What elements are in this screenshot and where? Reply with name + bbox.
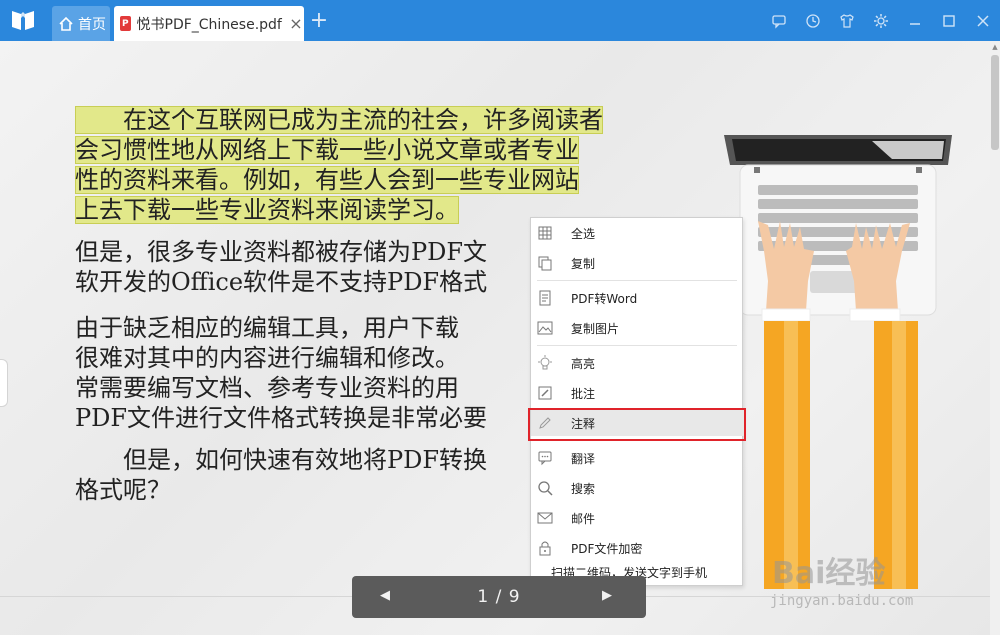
highlighted-text-line[interactable]: 会习惯性地从网络上下载一些小说文章或者专业 <box>75 136 579 164</box>
settings-icon[interactable] <box>864 0 898 41</box>
menu-item-search[interactable]: 搜索 <box>531 475 744 501</box>
pdf-to-word-icon <box>531 290 559 306</box>
text-line[interactable]: PDF文件进行文件格式转换是非常必要 <box>75 403 487 433</box>
menu-item-label: PDF文件加密 <box>571 541 643 556</box>
menu-item-label: 复制图片 <box>571 321 620 336</box>
vertical-scrollbar[interactable]: ▲ <box>990 41 1000 635</box>
tab-home-label: 首页 <box>78 16 106 33</box>
paragraph-2[interactable]: 但是，很多专业资料都被存储为PDF文 软开发的Office软件是不支持PDF格式 <box>75 237 487 297</box>
window-controls <box>762 0 1000 41</box>
menu-item-highlight[interactable]: 高亮 <box>531 350 744 376</box>
menu-item-copy[interactable]: 复制 <box>531 250 744 276</box>
menu-separator <box>537 345 737 346</box>
menu-item-mail[interactable]: 邮件 <box>531 505 744 531</box>
lock-icon <box>531 540 559 556</box>
menu-separator <box>537 280 737 281</box>
watermark-url: jingyan.baidu.com <box>770 593 914 609</box>
paragraph-4[interactable]: 但是，如何快速有效地将PDF转换 格式呢？ <box>75 445 487 505</box>
search-icon <box>531 480 559 496</box>
menu-item-label: 批注 <box>571 386 596 401</box>
page-navigator: ◀ 1 / 9 ▶ <box>352 576 646 618</box>
text-line[interactable]: 很难对其中的内容进行编辑和修改。 <box>75 343 487 373</box>
tab-home[interactable]: 首页 <box>52 6 110 41</box>
paragraph-1[interactable]: 在这个互联网已成为主流的社会，许多阅读者 会习惯性地从网络上下载一些小说文章或者… <box>75 105 603 225</box>
mail-icon <box>531 510 559 526</box>
copy-icon <box>531 255 559 271</box>
menu-item-label: 翻译 <box>571 451 596 466</box>
tab-document-title: 悦书PDF_Chinese.pdf <box>136 16 282 33</box>
next-page-button[interactable]: ▶ <box>602 588 612 603</box>
highlighted-text-line[interactable]: 上去下载一些专业资料来阅读学习。 <box>75 196 459 224</box>
text-line[interactable]: 软开发的Office软件是不支持PDF格式 <box>75 267 487 297</box>
highlighted-text-line[interactable]: 性的资料来看。例如，有些人会到一些专业网站 <box>75 166 579 194</box>
feedback-icon[interactable] <box>762 0 796 41</box>
scroll-up-icon[interactable]: ▲ <box>990 43 1000 53</box>
text-line[interactable]: 但是，如何快速有效地将PDF转换 <box>75 445 487 475</box>
text-line[interactable]: 常需要编写文档、参考专业资料的用 <box>75 373 487 403</box>
skin-icon[interactable] <box>830 0 864 41</box>
title-bar: 首页 P 悦书PDF_Chinese.pdf × + <box>0 0 1000 41</box>
side-panel-toggle[interactable] <box>0 359 8 407</box>
home-icon <box>59 16 73 31</box>
tab-close-icon[interactable]: × <box>288 14 304 33</box>
menu-item-label: 邮件 <box>571 511 596 526</box>
new-tab-button[interactable]: + <box>308 8 330 34</box>
menu-item-label: 全选 <box>571 226 596 241</box>
text-line[interactable]: 但是，很多专业资料都被存储为PDF文 <box>75 237 487 267</box>
menu-item-pdf-to-word[interactable]: PDF转Word <box>531 285 744 311</box>
highlight-icon <box>531 355 559 371</box>
menu-item-label: 搜索 <box>571 481 596 496</box>
menu-item-label: 高亮 <box>571 356 596 371</box>
minimize-icon[interactable] <box>898 0 932 41</box>
annotation-callout-box <box>528 408 746 441</box>
comment-icon <box>531 385 559 401</box>
close-icon[interactable] <box>966 0 1000 41</box>
history-icon[interactable] <box>796 0 830 41</box>
context-menu: 全选 复制 PDF转Word 复制图片 高亮 批注 注释 翻译 搜索 邮件 PD… <box>530 217 744 586</box>
menu-item-encrypt[interactable]: PDF文件加密 <box>531 535 744 561</box>
tab-document[interactable]: P 悦书PDF_Chinese.pdf × <box>114 6 304 41</box>
menu-item-select-all[interactable]: 全选 <box>531 220 744 246</box>
maximize-icon[interactable] <box>932 0 966 41</box>
document-viewer[interactable]: 在这个互联网已成为主流的社会，许多阅读者 会习惯性地从网络上下载一些小说文章或者… <box>0 41 990 635</box>
text-line[interactable]: 由于缺乏相应的编辑工具，用户下载 <box>75 313 487 343</box>
menu-item-copy-image[interactable]: 复制图片 <box>531 315 744 341</box>
text-line[interactable]: 格式呢？ <box>75 475 487 505</box>
translate-icon <box>531 450 559 466</box>
watermark: Bai经验 <box>772 548 885 592</box>
select-all-icon <box>531 225 559 241</box>
menu-item-label: PDF转Word <box>571 291 638 306</box>
scrollbar-thumb[interactable] <box>991 55 999 150</box>
copy-image-icon <box>531 320 559 336</box>
laptop-hands-illustration <box>724 135 952 589</box>
highlighted-text-line[interactable]: 在这个互联网已成为主流的社会，许多阅读者 <box>75 106 603 134</box>
paragraph-3[interactable]: 由于缺乏相应的编辑工具，用户下载 很难对其中的内容进行编辑和修改。 常需要编写文… <box>75 313 487 433</box>
app-logo-icon <box>12 11 34 30</box>
menu-item-comment[interactable]: 批注 <box>531 380 744 406</box>
pdf-file-icon: P <box>120 16 131 31</box>
watermark-brand: Bai经验 <box>772 556 886 591</box>
menu-item-translate[interactable]: 翻译 <box>531 445 744 471</box>
menu-item-label: 复制 <box>571 256 596 271</box>
